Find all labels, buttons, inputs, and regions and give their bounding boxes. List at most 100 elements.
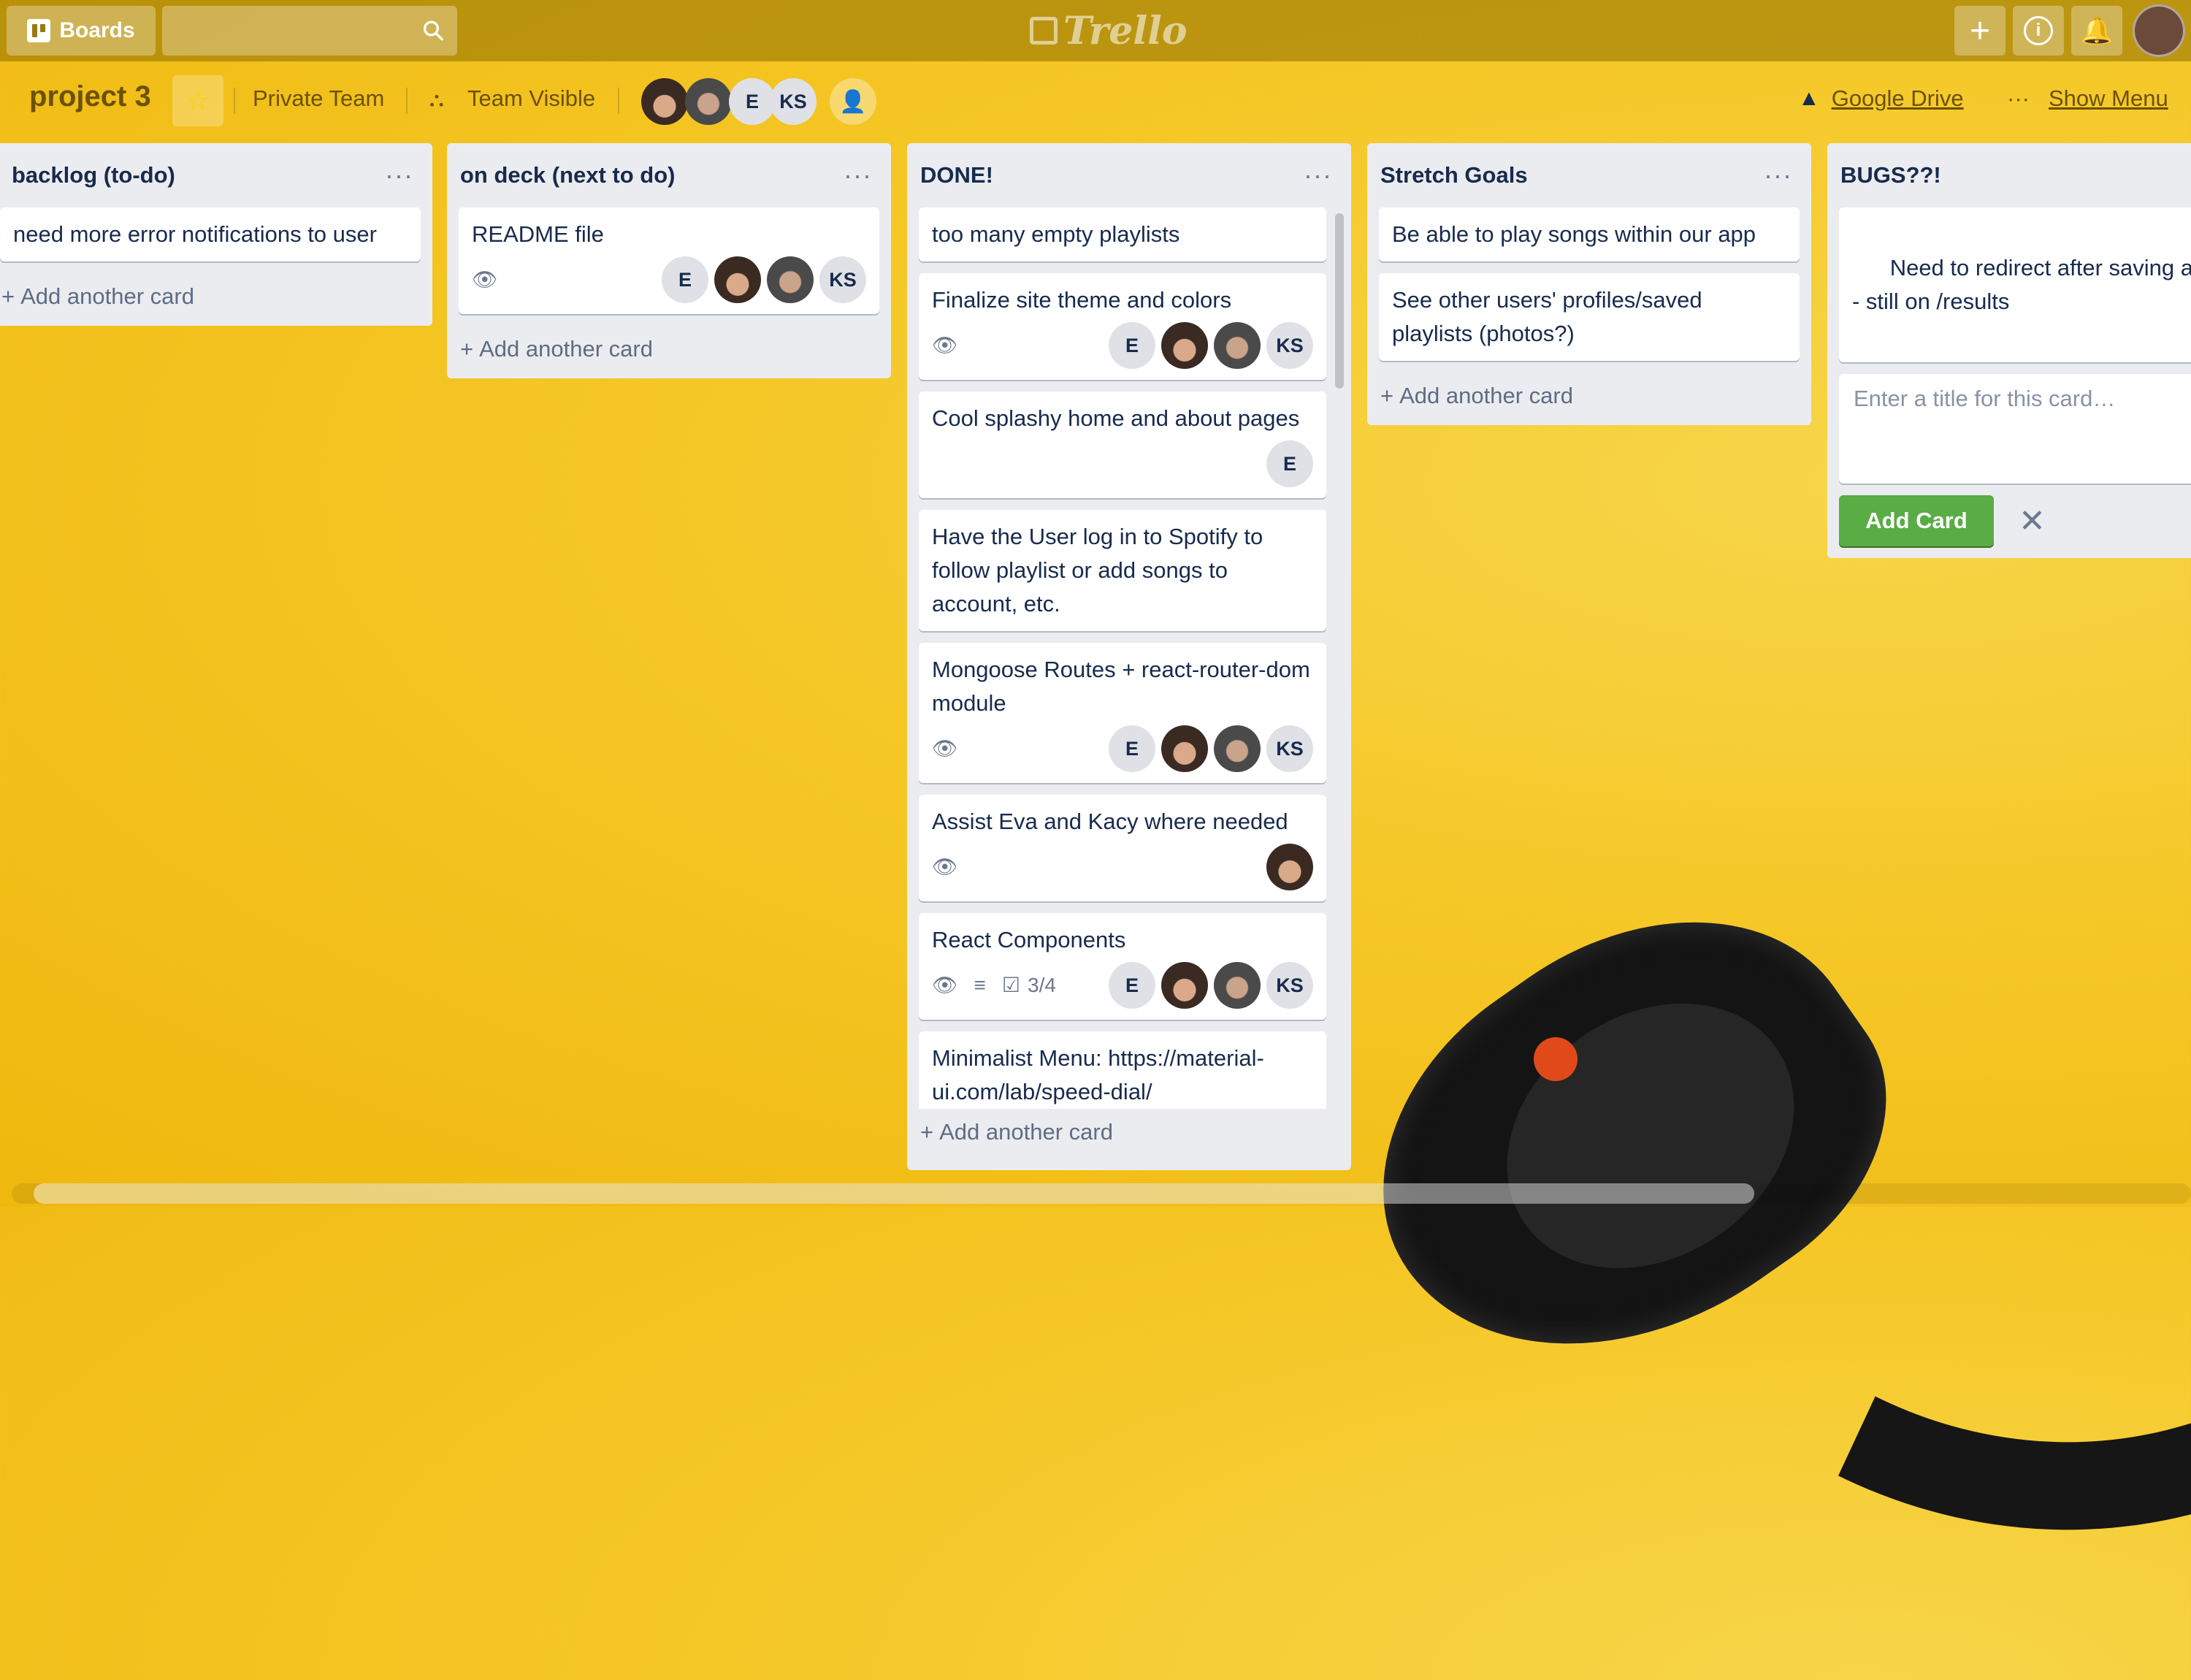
card-title: React Components (932, 927, 1126, 952)
member-avatar[interactable] (767, 256, 814, 303)
member-avatar[interactable]: E (1109, 725, 1155, 772)
card[interactable]: Finalize site theme and colors 👁 E KS (919, 273, 1326, 380)
show-menu-button[interactable]: ··· Show Menu (2007, 85, 2168, 112)
member-avatar[interactable]: E (662, 256, 708, 303)
card[interactable]: Need to redirect after saving a pla - st… (1839, 207, 2191, 362)
board-title[interactable]: project 3 (29, 80, 151, 113)
member-avatar[interactable] (1161, 962, 1208, 1009)
member-avatar[interactable] (685, 78, 732, 125)
member-avatar[interactable] (1266, 844, 1313, 890)
member-avatar[interactable]: KS (1266, 962, 1313, 1009)
member-avatar[interactable]: KS (819, 256, 866, 303)
description-icon: ≡ (974, 974, 986, 996)
notifications-button[interactable]: 🔔 (2071, 6, 2122, 56)
card[interactable]: Be able to play songs within our app (1379, 207, 1800, 261)
watch-icon: 👁 (932, 855, 958, 878)
bell-icon: 🔔 (2080, 15, 2114, 45)
card-title: Assist Eva and Kacy where needed (932, 809, 1288, 834)
plus-icon: + (1380, 383, 1394, 408)
member-avatar[interactable] (1214, 962, 1261, 1009)
boards-button[interactable]: Boards (7, 6, 156, 56)
list-title[interactable]: DONE! (920, 162, 993, 188)
add-card-label: Add another card (479, 336, 653, 362)
member-avatar[interactable]: E (1109, 322, 1155, 369)
watch-icon: 👁 (932, 974, 958, 996)
add-card-button[interactable]: + Add another card (1367, 373, 1811, 425)
board-horizontal-scrollbar[interactable] (12, 1183, 2191, 1204)
search-input[interactable]: ⚲ (162, 6, 457, 56)
card[interactable]: React Components 👁 ≡ ☑ 3/4 E KS (919, 913, 1326, 1020)
visibility-button[interactable]: Team Visible (467, 85, 595, 112)
info-button[interactable]: i (2013, 6, 2064, 56)
member-avatar[interactable]: KS (770, 78, 817, 125)
trello-logo[interactable]: Trello (1030, 7, 1188, 54)
team-button[interactable]: Private Team (253, 85, 384, 112)
plus-icon: + (460, 336, 474, 362)
trello-logo-text: Trello (1063, 8, 1188, 53)
scrollbar-thumb[interactable] (34, 1183, 1754, 1204)
member-avatar[interactable] (1161, 725, 1208, 772)
list-title[interactable]: Stretch Goals (1380, 162, 1528, 188)
member-avatar[interactable]: KS (1266, 322, 1313, 369)
card-title: Mongoose Routes + react-router-dom modul… (932, 657, 1310, 716)
list-title[interactable]: backlog (to-do) (12, 162, 175, 188)
top-navbar: Boards ⚲ Trello + i 🔔 (0, 0, 2191, 61)
card[interactable]: See other users' profiles/saved playlist… (1379, 273, 1800, 361)
card-title: README file (472, 221, 604, 247)
member-avatar[interactable] (1214, 322, 1261, 369)
add-card-button[interactable]: + Add another card (907, 1109, 1351, 1161)
card-title-input[interactable] (1852, 384, 2181, 476)
checklist-badge: ☑ 3/4 (1002, 969, 1056, 1002)
card[interactable]: Cool splashy home and about pages E (919, 392, 1326, 498)
plus-icon: + (1, 283, 15, 309)
card-composer (1839, 374, 2191, 484)
checklist-icon: ☑ (1001, 974, 1020, 996)
member-avatar[interactable] (714, 256, 761, 303)
star-icon[interactable]: ☆ (172, 75, 223, 126)
member-avatar[interactable]: KS (1266, 725, 1313, 772)
info-icon: i (2024, 16, 2053, 45)
team-visible-icon: ⛬ (429, 88, 444, 110)
card[interactable]: Assist Eva and Kacy where needed 👁 (919, 795, 1326, 901)
list-done: DONE! ··· too many empty playlists Final… (907, 143, 1351, 1170)
member-avatar[interactable]: E (729, 78, 776, 125)
card-title: Need to redirect after saving a pla - st… (1852, 255, 2191, 314)
header-divider (234, 88, 235, 114)
member-avatar[interactable]: E (1266, 440, 1313, 487)
create-button[interactable]: + (1954, 6, 2005, 56)
header-divider (618, 88, 619, 114)
add-card-label: Add another card (20, 283, 194, 309)
card[interactable]: Mongoose Routes + react-router-dom modul… (919, 643, 1326, 783)
list-menu-icon[interactable]: ··· (1304, 160, 1332, 191)
search-icon[interactable]: ⚲ (415, 12, 453, 50)
list-menu-icon[interactable]: ··· (1764, 160, 1792, 191)
close-icon[interactable]: ✕ (2019, 503, 2046, 540)
member-avatar[interactable] (1214, 725, 1261, 772)
list-scrollbar[interactable] (1335, 213, 1344, 389)
add-card-submit-button[interactable]: Add Card (1839, 495, 1994, 546)
card-title: See other users' profiles/saved playlist… (1392, 287, 1702, 346)
card[interactable]: Have the User log in to Spotify to follo… (919, 510, 1326, 631)
card-title: Cool splashy home and about pages (932, 405, 1300, 431)
card-title: Have the User log in to Spotify to follo… (932, 524, 1263, 616)
card[interactable]: README file 👁 E KS (459, 207, 879, 314)
card[interactable]: Minimalist Menu: https://material-ui.com… (919, 1031, 1326, 1109)
checklist-count: 3/4 (1028, 974, 1056, 996)
member-avatar[interactable] (1161, 322, 1208, 369)
list-menu-icon[interactable]: ··· (844, 160, 872, 191)
user-avatar[interactable] (2133, 4, 2185, 57)
list-menu-icon[interactable]: ··· (385, 160, 413, 191)
add-card-button[interactable]: + Add another card (0, 273, 432, 326)
card[interactable]: need more error notifications to user (0, 207, 421, 261)
list-title[interactable]: on deck (next to do) (460, 162, 676, 188)
invite-member-icon[interactable]: 👤 (830, 78, 876, 125)
member-avatar[interactable] (641, 78, 688, 125)
watch-icon: 👁 (472, 268, 498, 291)
card[interactable]: too many empty playlists (919, 207, 1326, 261)
add-card-button[interactable]: + Add another card (447, 326, 891, 378)
list-title[interactable]: BUGS??! (1840, 162, 1941, 188)
google-drive-icon: ▲ (1798, 86, 1820, 110)
google-drive-button[interactable]: ▲ Google Drive (1798, 85, 1964, 112)
headphones-button-decoration (1534, 1037, 1578, 1081)
member-avatar[interactable]: E (1109, 962, 1155, 1009)
